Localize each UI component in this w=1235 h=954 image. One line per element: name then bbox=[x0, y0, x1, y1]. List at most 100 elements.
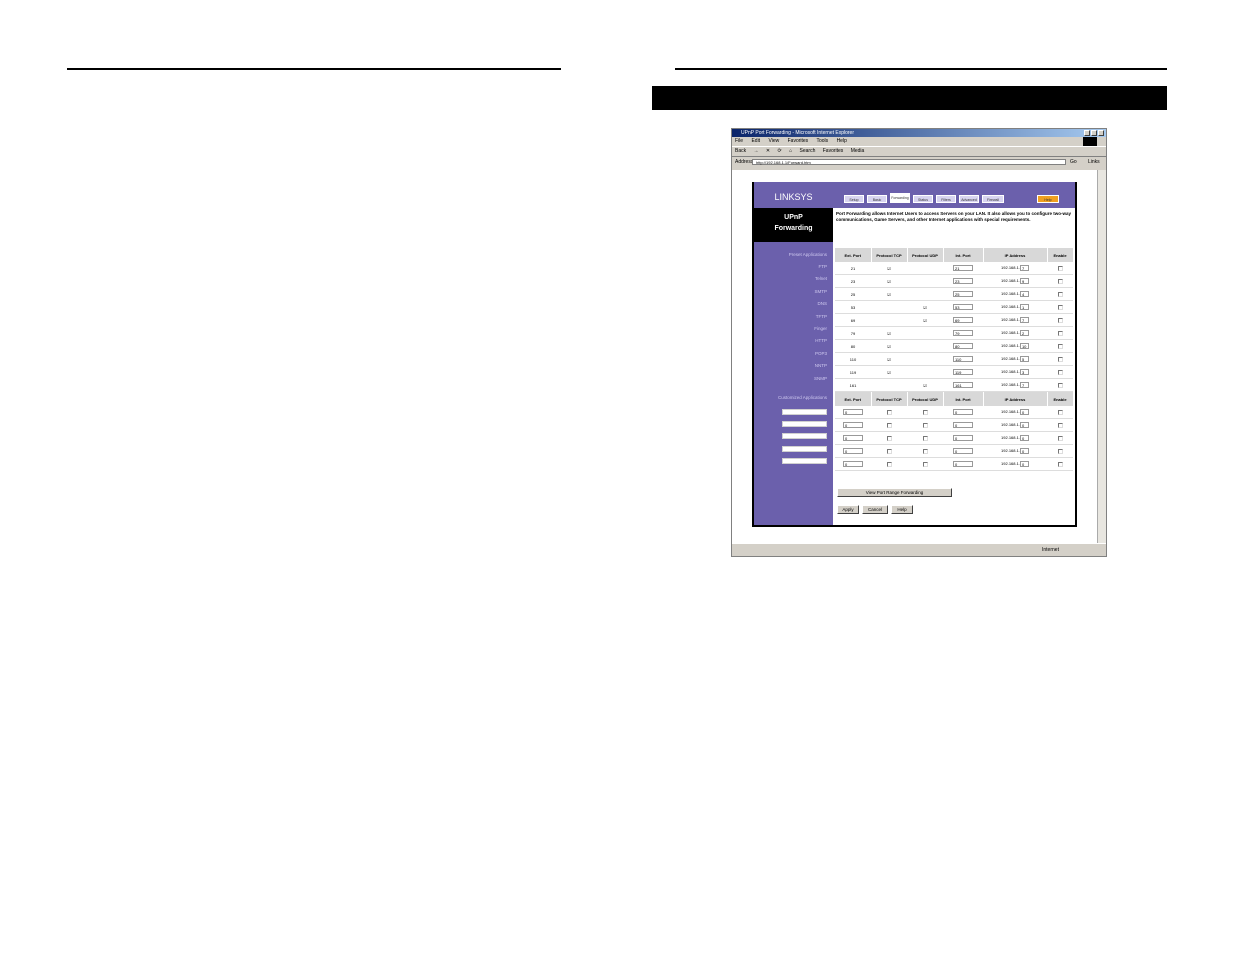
tcp-checkbox[interactable] bbox=[886, 422, 892, 428]
ip-last-octet-input[interactable]: 5 bbox=[1019, 356, 1029, 362]
int-port-input[interactable]: 23 bbox=[953, 278, 973, 284]
tab-basic[interactable]: Basic bbox=[867, 195, 887, 203]
ext-port-input[interactable]: 0 bbox=[843, 409, 863, 415]
int-port-input[interactable]: 53 bbox=[953, 304, 973, 310]
int-port-input[interactable]: 0 bbox=[953, 461, 973, 467]
custom-app-name-input[interactable] bbox=[782, 457, 827, 464]
enable-checkbox[interactable] bbox=[1057, 435, 1063, 441]
tcp-checkbox[interactable] bbox=[886, 461, 892, 467]
ip-last-octet-input[interactable]: 9 bbox=[1019, 278, 1029, 284]
udp-checkbox[interactable] bbox=[922, 461, 928, 467]
tcp-checkbox[interactable] bbox=[886, 435, 892, 441]
maximize-button[interactable] bbox=[1091, 130, 1097, 136]
enable-checkbox[interactable] bbox=[1057, 369, 1063, 375]
int-port-input[interactable]: 0 bbox=[953, 435, 973, 441]
tcp-checkbox[interactable] bbox=[886, 409, 892, 415]
ip-cell: 192.168.1. 9 bbox=[983, 274, 1047, 288]
enable-checkbox[interactable] bbox=[1057, 448, 1063, 454]
view-port-range-button[interactable]: View Port Range Forwarding bbox=[837, 488, 952, 497]
forward-button[interactable]: → bbox=[754, 148, 759, 154]
tab-forwarding[interactable]: Forwarding bbox=[890, 193, 910, 203]
ip-last-octet-input[interactable]: 2 bbox=[1019, 330, 1029, 336]
enable-checkbox[interactable] bbox=[1057, 422, 1063, 428]
menu-help[interactable]: Help bbox=[837, 138, 847, 144]
links-button[interactable]: Links bbox=[1088, 157, 1100, 167]
ip-last-octet-input[interactable]: 7 bbox=[1019, 317, 1029, 323]
help-button[interactable]: Help bbox=[891, 505, 913, 514]
ext-port-input[interactable]: 0 bbox=[843, 448, 863, 454]
int-port-input[interactable]: 161 bbox=[953, 382, 973, 388]
enable-checkbox[interactable] bbox=[1057, 278, 1063, 284]
int-port-input[interactable]: 110 bbox=[953, 356, 973, 362]
tab-status[interactable]: Status bbox=[913, 195, 933, 203]
menu-file[interactable]: File bbox=[735, 138, 743, 144]
enable-checkbox[interactable] bbox=[1057, 291, 1063, 297]
menu-tools[interactable]: Tools bbox=[816, 138, 828, 144]
int-port-input[interactable]: 0 bbox=[953, 409, 973, 415]
home-button[interactable]: ⌂ bbox=[789, 148, 792, 154]
enable-checkbox[interactable] bbox=[1057, 356, 1063, 362]
ip-last-octet-input[interactable]: 0 bbox=[1019, 448, 1029, 454]
custom-app-name-input[interactable] bbox=[782, 445, 827, 452]
enable-checkbox[interactable] bbox=[1057, 317, 1063, 323]
udp-checkbox[interactable] bbox=[922, 448, 928, 454]
int-port-input[interactable]: 69 bbox=[953, 317, 973, 323]
int-port-input[interactable]: 80 bbox=[953, 343, 973, 349]
tab-help[interactable]: Help bbox=[1037, 195, 1059, 203]
ip-last-octet-input[interactable]: 7 bbox=[1019, 382, 1029, 388]
udp-checkbox[interactable] bbox=[922, 435, 928, 441]
menu-edit[interactable]: Edit bbox=[751, 138, 760, 144]
favorites-button[interactable]: Favorites bbox=[823, 148, 844, 154]
menu-view[interactable]: View bbox=[768, 138, 779, 144]
minimize-button[interactable] bbox=[1084, 130, 1090, 136]
ext-port-input[interactable]: 0 bbox=[843, 422, 863, 428]
back-button[interactable]: Back bbox=[735, 148, 746, 154]
ext-port-input[interactable]: 0 bbox=[843, 435, 863, 441]
ip-last-octet-input[interactable]: 0 bbox=[1019, 422, 1029, 428]
refresh-button[interactable]: ⟳ bbox=[778, 148, 782, 154]
tab-setup[interactable]: Setup bbox=[844, 195, 864, 203]
vertical-scrollbar[interactable] bbox=[1097, 170, 1106, 543]
stop-button[interactable]: ✕ bbox=[766, 148, 770, 154]
tcp-checkbox[interactable] bbox=[886, 448, 892, 454]
enable-checkbox[interactable] bbox=[1057, 343, 1063, 349]
ip-last-octet-input[interactable]: 0 bbox=[1019, 435, 1029, 441]
ext-port-cell: 161 bbox=[835, 378, 871, 392]
custom-app-name-input[interactable] bbox=[782, 421, 827, 428]
int-port-input[interactable]: 25 bbox=[953, 291, 973, 297]
tab-filters[interactable]: Filters bbox=[936, 195, 956, 203]
search-button[interactable]: Search bbox=[800, 148, 816, 154]
enable-checkbox[interactable] bbox=[1057, 409, 1063, 415]
ext-port-input[interactable]: 0 bbox=[843, 461, 863, 467]
address-input[interactable]: http://192.168.1.1/Forward.htm bbox=[752, 159, 1066, 165]
int-port-input[interactable]: 79 bbox=[953, 330, 973, 336]
menu-favorites[interactable]: Favorites bbox=[788, 138, 809, 144]
ip-last-octet-input[interactable]: 7 bbox=[1019, 265, 1029, 271]
enable-checkbox[interactable] bbox=[1057, 330, 1063, 336]
int-port-input[interactable]: 21 bbox=[953, 265, 973, 271]
ip-last-octet-input[interactable]: 10 bbox=[1019, 343, 1029, 349]
ip-last-octet-input[interactable]: 1 bbox=[1019, 304, 1029, 310]
int-port-input[interactable]: 0 bbox=[953, 448, 973, 454]
int-port-input[interactable]: 119 bbox=[953, 369, 973, 375]
enable-checkbox[interactable] bbox=[1057, 382, 1063, 388]
custom-app-name-input[interactable] bbox=[782, 433, 827, 440]
ip-last-octet-input[interactable]: 0 bbox=[1019, 409, 1029, 415]
apply-button[interactable]: Apply bbox=[837, 505, 859, 514]
udp-checkbox[interactable] bbox=[922, 422, 928, 428]
close-button[interactable] bbox=[1098, 130, 1104, 136]
enable-checkbox[interactable] bbox=[1057, 304, 1063, 310]
tab-advanced[interactable]: Advanced bbox=[959, 195, 979, 203]
custom-app-name-input[interactable] bbox=[782, 409, 827, 415]
ip-last-octet-input[interactable]: 4 bbox=[1019, 291, 1029, 297]
ip-last-octet-input[interactable]: 3 bbox=[1019, 369, 1029, 375]
media-button[interactable]: Media bbox=[851, 148, 865, 154]
tab-firewall[interactable]: Firewall bbox=[982, 195, 1004, 203]
ip-last-octet-input[interactable]: 0 bbox=[1019, 461, 1029, 467]
cancel-button[interactable]: Cancel bbox=[862, 505, 888, 514]
int-port-input[interactable]: 0 bbox=[953, 422, 973, 428]
enable-checkbox[interactable] bbox=[1057, 265, 1063, 271]
enable-checkbox[interactable] bbox=[1057, 461, 1063, 467]
go-button[interactable]: Go bbox=[1070, 157, 1077, 167]
udp-checkbox[interactable] bbox=[922, 409, 928, 415]
